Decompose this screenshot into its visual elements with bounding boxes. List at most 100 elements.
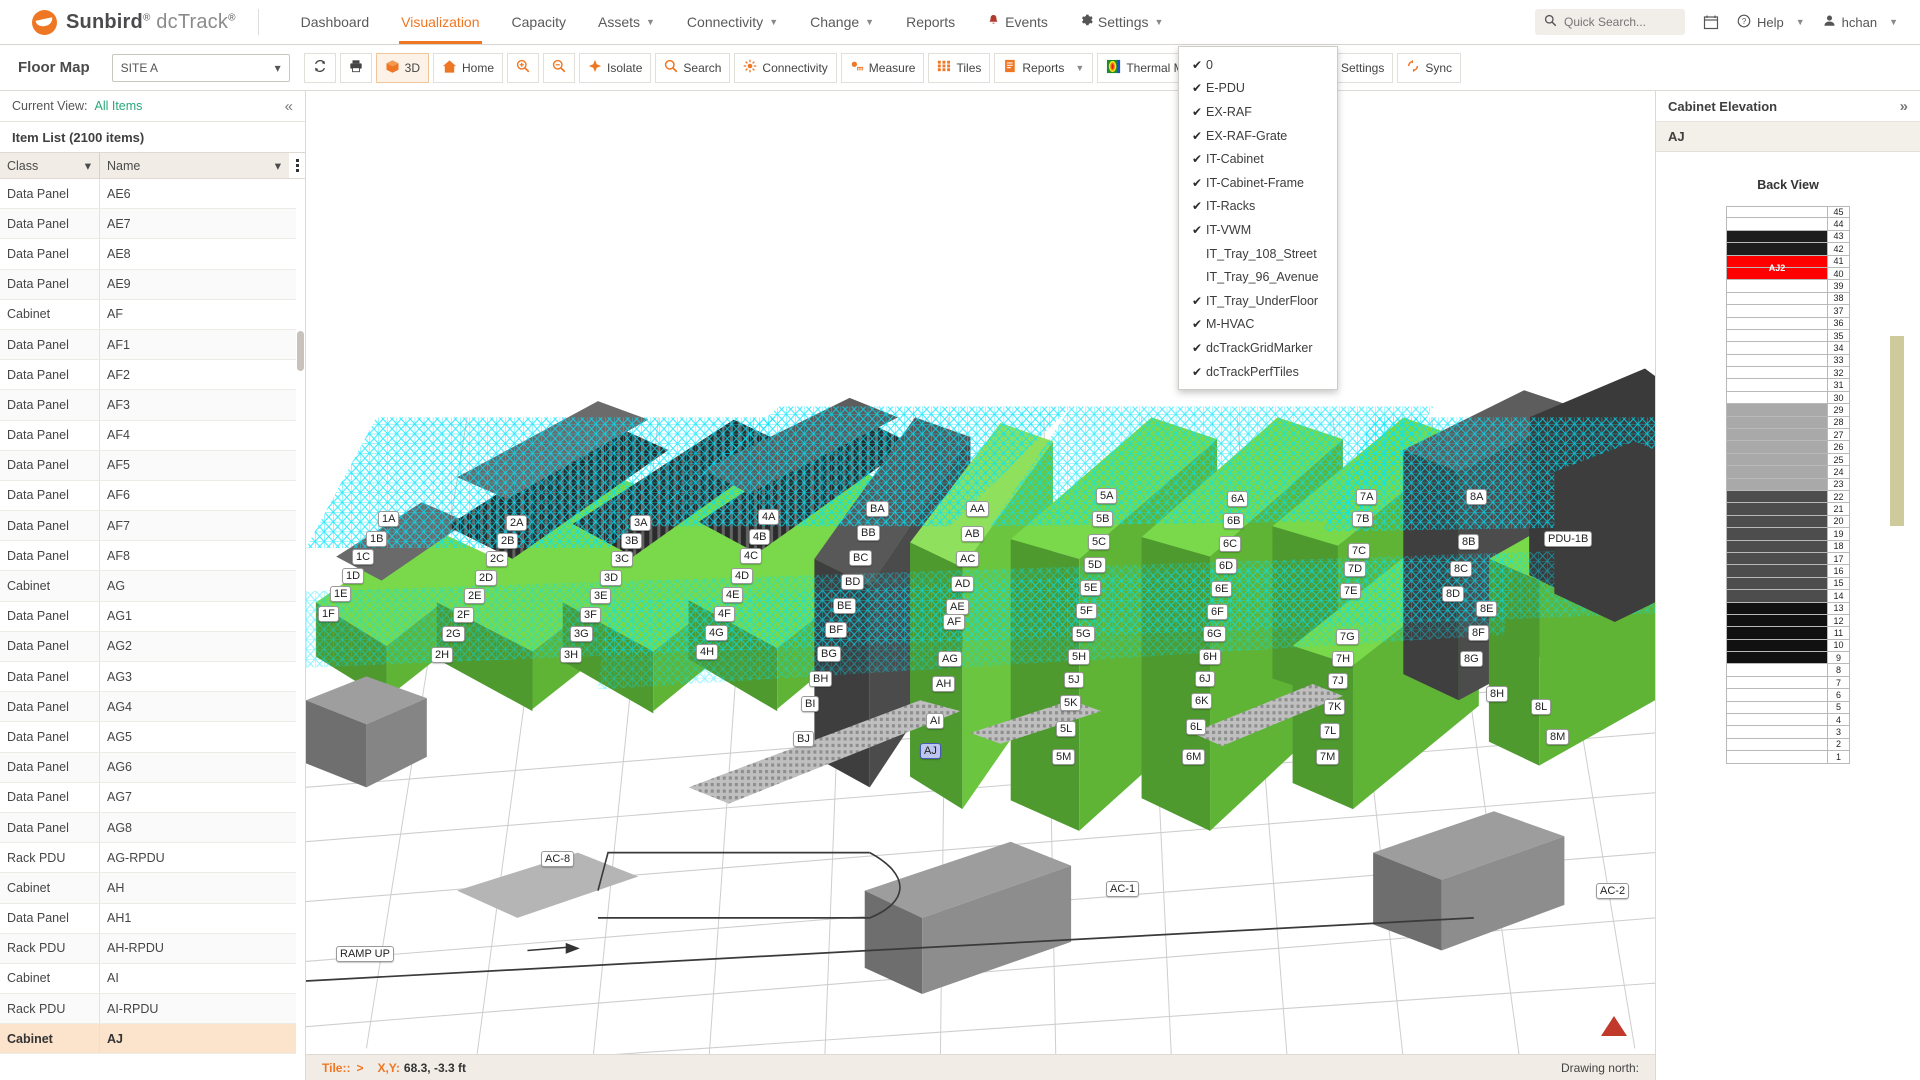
elevation-u-slot[interactable] [1726,714,1828,727]
floor-label-7l[interactable]: 7L [1320,723,1341,739]
table-row[interactable]: Data Panel AG2 [0,631,305,662]
scrollbar-thumb[interactable] [297,331,304,371]
floor-label-af[interactable]: AF [943,614,966,630]
floor-label-ac-1[interactable]: AC-1 [1106,881,1140,897]
elevation-u-row[interactable]: 32 [1726,367,1850,380]
elevation-u-row[interactable]: 5 [1726,701,1850,715]
table-row[interactable]: Cabinet AF [0,299,305,330]
nav-item-capacity[interactable]: Capacity [496,0,582,44]
elevation-u-slot[interactable] [1726,280,1828,293]
floor-label-8c[interactable]: 8C [1450,561,1473,577]
elevation-u-row[interactable]: 19 [1726,528,1850,541]
quick-search-box[interactable] [1534,9,1685,35]
elevation-u-slot[interactable] [1726,317,1828,330]
elevation-u-row[interactable]: 2 [1726,738,1850,752]
elevation-u-row[interactable]: 4 [1726,714,1850,727]
elevation-u-slot[interactable] [1726,243,1828,256]
tiles-button[interactable]: Tiles [928,52,991,83]
nav-item-reports[interactable]: Reports [890,0,971,44]
elevation-u-row[interactable]: 39 [1726,280,1850,293]
nav-item-events[interactable]: Events [971,0,1064,44]
elevation-u-slot[interactable] [1726,367,1828,380]
floor-label-3h[interactable]: 3H [560,647,583,663]
floor-label-1a[interactable]: 1A [378,511,400,527]
floor-label-4h[interactable]: 4H [696,644,719,660]
floor-label-ah[interactable]: AH [932,676,956,692]
layer-item-it-cabinet[interactable]: ✔ IT-Cabinet [1179,147,1337,171]
floor-label-7a[interactable]: 7A [1356,489,1378,505]
layer-item-dctrackgridmarker[interactable]: ✔ dcTrackGridMarker [1179,336,1337,360]
elevation-u-slot[interactable] [1726,664,1828,677]
floor-label-5j[interactable]: 5J [1064,672,1084,688]
site-select[interactable]: SITE A ▾ [111,53,290,82]
floor-label-4a[interactable]: 4A [758,509,780,525]
elevation-u-slot[interactable] [1726,738,1828,752]
elevation-u-row[interactable]: 21 [1726,503,1850,516]
layer-item-it-racks[interactable]: ✔ IT-Racks [1179,195,1337,219]
three-d-button[interactable]: 3D [375,52,430,83]
layer-item-it-tray-96-avenue[interactable]: IT_Tray_96_Avenue [1179,265,1337,289]
item-list-scrollbar[interactable] [296,179,305,1080]
elevation-u-row[interactable]: 37 [1726,305,1850,318]
floor-label-4c[interactable]: 4C [740,548,763,564]
home-button[interactable]: Home [433,52,504,83]
floor-label-6k[interactable]: 6K [1191,693,1213,709]
table-row[interactable]: Data Panel AF1 [0,329,305,361]
floor-label-7d[interactable]: 7D [1344,561,1367,577]
elevation-u-slot[interactable] [1726,701,1828,715]
elevation-u-slot[interactable] [1726,230,1828,244]
elevation-u-slot[interactable] [1726,689,1828,702]
cabinet-elevation-body[interactable]: Back View 45 44 43 42 41 40 39 38 37 36 35 34 33 32 31… [1656,152,1920,1080]
elevation-u-row[interactable]: 9 [1726,652,1850,665]
floor-label-6l[interactable]: 6L [1186,719,1207,735]
floor-label-4g[interactable]: 4G [705,625,728,641]
layer-item-0[interactable]: ✔ 0 [1179,53,1337,77]
elevation-u-slot[interactable] [1726,528,1828,541]
elevation-u-slot[interactable] [1726,354,1828,368]
elevation-u-slot[interactable] [1726,429,1828,442]
collapse-left-panel-icon[interactable]: « [285,98,293,115]
floor-label-bj[interactable]: BJ [793,731,814,747]
zoom-out-button[interactable] [543,52,576,83]
floor-label-ac-2[interactable]: AC-2 [1596,883,1630,899]
floor-label-3b[interactable]: 3B [621,533,643,549]
table-row[interactable]: Data Panel AH1 [0,903,305,934]
floor-label-8d[interactable]: 8D [1442,586,1465,602]
floor-label-bc[interactable]: BC [849,550,873,566]
elevation-u-slot[interactable] [1726,391,1828,405]
table-row[interactable]: Data Panel AG3 [0,662,305,693]
layer-item-e-pdu[interactable]: ✔ E-PDU [1179,77,1337,101]
elevation-u-row[interactable]: 14 [1726,590,1850,603]
floor-label-ab[interactable]: AB [961,526,984,542]
elevation-u-row[interactable]: 1 [1726,751,1850,764]
floor-map-canvas[interactable]: 1A 1B 1C 1D 1E 1F 2A 2B 2C 2D 2E 2F 2G 2H 3A 3B 3C 3D 3E 3F… [306,91,1656,1080]
floor-label-aj[interactable]: AJ [920,743,941,759]
floor-label-5d[interactable]: 5D [1084,557,1107,573]
table-row[interactable]: Data Panel AE8 [0,239,305,270]
elevation-u-slot[interactable] [1726,342,1828,355]
elevation-u-slot[interactable] [1726,639,1828,653]
elevation-u-slot[interactable] [1726,453,1828,467]
elevation-u-row[interactable]: 17 [1726,552,1850,566]
elevation-u-slot[interactable] [1726,503,1828,516]
table-row[interactable]: Rack PDU AH-RPDU [0,933,305,964]
floor-label-1e[interactable]: 1E [330,586,352,602]
elevation-u-slot[interactable] [1726,602,1828,615]
elevation-u-row[interactable]: 30 [1726,391,1850,405]
nav-item-assets[interactable]: Assets ▼ [582,0,671,44]
elevation-u-row[interactable]: 23 [1726,478,1850,491]
elevation-u-slot[interactable] [1726,614,1828,628]
elevation-u-row[interactable]: 12 [1726,614,1850,628]
elevation-u-row[interactable]: 28 [1726,416,1850,430]
elevation-u-slot[interactable] [1726,590,1828,603]
elevation-u-row[interactable]: 16 [1726,565,1850,578]
floor-label-2a[interactable]: 2A [506,515,528,531]
sync-button[interactable]: Sync [1397,52,1462,83]
nav-item-connectivity[interactable]: Connectivity ▼ [671,0,794,44]
floor-label-2b[interactable]: 2B [497,533,519,549]
layer-item-m-hvac[interactable]: ✔ M-HVAC [1179,313,1337,337]
elevation-u-row[interactable]: 13 [1726,602,1850,615]
floor-label-2d[interactable]: 2D [475,570,498,586]
floor-label-aa[interactable]: AA [966,501,989,517]
help-menu[interactable]: ? Help ▼ [1737,14,1805,31]
